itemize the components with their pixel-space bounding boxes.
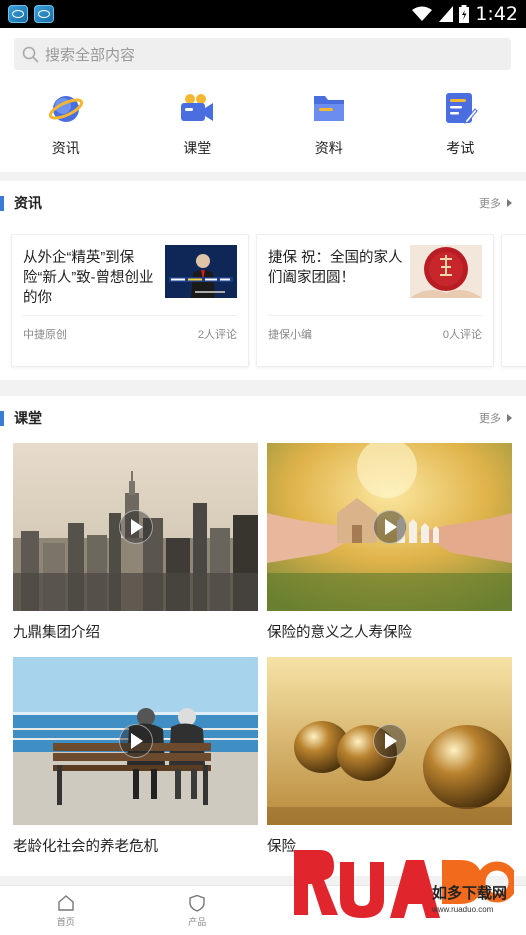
app-notification-icon: [34, 5, 54, 23]
classroom-section: 课堂 更多 九鼎集团介绍 保险的意义之人寿保险 老龄化社会的养老危机 保险: [0, 396, 526, 876]
nav-news[interactable]: 资讯: [0, 90, 132, 158]
news-thumbnail: [165, 245, 237, 298]
news-more-label: 更多: [479, 198, 501, 210]
nav-exam-label: 考试: [446, 140, 475, 156]
news-more-link[interactable]: 更多: [479, 195, 512, 211]
news-card-partial[interactable]: [501, 234, 526, 367]
course-card[interactable]: 老龄化社会的养老危机: [13, 657, 258, 856]
globe-icon: [48, 96, 83, 122]
course-card[interactable]: 九鼎集团介绍: [13, 443, 258, 642]
course-title: 保险的意义之人寿保险: [267, 625, 412, 641]
course-thumbnail: [267, 657, 512, 825]
news-source: 捷保小编: [268, 329, 312, 341]
play-icon[interactable]: [118, 510, 153, 544]
chevron-right-icon: [507, 199, 512, 207]
nav-classroom-label: 课堂: [183, 140, 212, 156]
news-section-header: 资讯 更多: [0, 181, 526, 225]
divider: [23, 315, 237, 316]
divider: [268, 315, 482, 316]
nav-classroom[interactable]: 课堂: [132, 90, 264, 158]
section-accent-bar: [0, 411, 4, 426]
classroom-more-link[interactable]: 更多: [479, 410, 512, 426]
watermark-cn: 如多下载网: [432, 884, 507, 902]
course-title: 老龄化社会的养老危机: [13, 839, 158, 855]
home-icon: [58, 895, 74, 911]
news-comment-count: 0人评论: [442, 329, 482, 341]
video-camera-icon: [181, 94, 214, 121]
course-thumbnail: [267, 443, 512, 611]
play-icon[interactable]: [372, 510, 407, 544]
news-card[interactable]: 从外企“精英”到保险“新人”致-曾想创业的你 中捷原创 2人评论: [11, 234, 249, 367]
watermark-logo: 如多下载网 www.ruaduo.com: [292, 840, 518, 925]
news-thumbnail: [410, 245, 482, 298]
shield-icon: [189, 894, 205, 912]
news-section: 资讯 更多 从外企“精英”到保险“新人”致-曾想创业的你 中捷原创 2人评论 捷…: [0, 181, 526, 380]
status-bar: 1:42: [0, 0, 526, 28]
play-icon[interactable]: [372, 724, 407, 758]
tab-products[interactable]: 产品: [132, 886, 264, 935]
tab-home-label: 首页: [56, 917, 75, 927]
signal-icon: [439, 6, 454, 22]
tab-home[interactable]: 首页: [0, 886, 132, 935]
play-icon[interactable]: [118, 724, 153, 758]
watermark-graphic: 如多下载网 www.ruaduo.com: [294, 850, 518, 918]
section-accent-bar: [0, 196, 4, 211]
exam-paper-icon: [446, 93, 478, 124]
course-thumbnail: [13, 443, 258, 611]
course-card[interactable]: 保险的意义之人寿保险: [267, 443, 512, 642]
nav-exam[interactable]: 考试: [395, 90, 526, 158]
news-card-title: 从外企“精英”到保险“新人”致-曾想创业的你: [23, 250, 154, 306]
top-panel: 搜索全部内容 资讯 课堂 资料 考试: [0, 28, 526, 172]
news-source: 中捷原创: [23, 329, 67, 341]
nav-news-label: 资讯: [51, 140, 80, 156]
wifi-icon: [412, 6, 433, 21]
nav-materials-label: 资料: [314, 140, 343, 156]
course-card[interactable]: 保险: [267, 657, 512, 856]
classroom-section-title: 课堂: [14, 410, 42, 426]
tab-products-label: 产品: [188, 917, 207, 927]
chevron-right-icon: [507, 414, 512, 422]
course-title: 九鼎集团介绍: [13, 625, 100, 641]
clock: 1:42: [475, 3, 518, 25]
classroom-section-header: 课堂 更多: [0, 396, 526, 440]
news-card-title: 捷保 祝：全国的家人们阖家团圆！: [268, 250, 403, 286]
folder-icon: [313, 96, 344, 121]
search-icon: [22, 46, 39, 63]
classroom-more-label: 更多: [479, 413, 501, 425]
category-nav: 资讯 课堂 资料 考试: [0, 90, 526, 158]
news-section-title: 资讯: [14, 195, 42, 211]
battery-icon: [459, 5, 470, 23]
news-card[interactable]: 捷保 祝：全国的家人们阖家团圆！ 捷保小编 0人评论: [256, 234, 494, 367]
search-input[interactable]: 搜索全部内容: [14, 38, 511, 70]
nav-materials[interactable]: 资料: [263, 90, 395, 158]
search-placeholder: 搜索全部内容: [45, 46, 136, 64]
course-thumbnail: [13, 657, 258, 825]
watermark-url: www.ruaduo.com: [431, 905, 494, 914]
news-carousel[interactable]: 从外企“精英”到保险“新人”致-曾想创业的你 中捷原创 2人评论 捷保 祝：全国…: [0, 234, 526, 370]
news-comment-count: 2人评论: [197, 329, 237, 341]
app-notification-icon: [8, 5, 28, 23]
